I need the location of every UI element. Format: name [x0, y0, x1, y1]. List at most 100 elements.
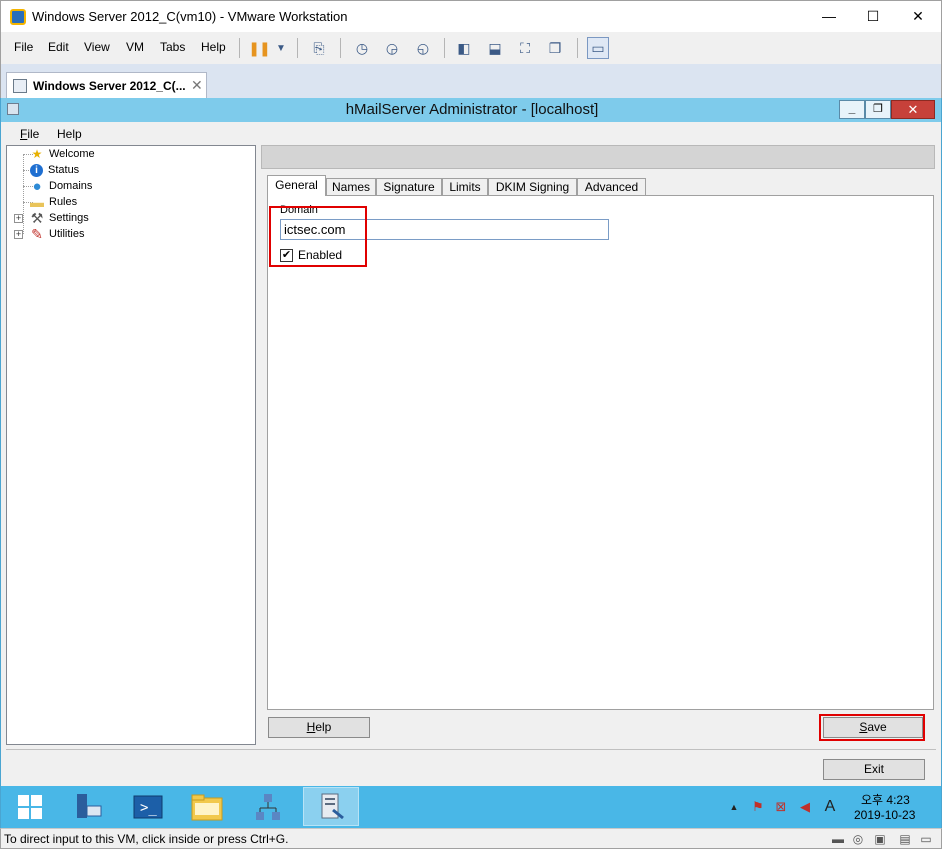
- snapshot-revert-icon[interactable]: ◶: [382, 39, 402, 57]
- vm-tab-label: Windows Server 2012_C(...: [33, 79, 186, 93]
- tree-item-settings[interactable]: ⚒ Settings: [29, 210, 89, 226]
- hmail-menu-file[interactable]: File: [20, 127, 39, 141]
- star-icon: ★: [31, 147, 43, 161]
- hmail-close-icon[interactable]: ✕: [891, 100, 935, 119]
- toolbar-separator: [239, 38, 240, 58]
- vm-tab[interactable]: Windows Server 2012_C(... ✕: [6, 72, 207, 99]
- folder-icon: [191, 794, 223, 820]
- tree-item-label: Status: [48, 164, 80, 176]
- tree-item-label: Rules: [49, 196, 78, 208]
- menu-view[interactable]: View: [84, 40, 110, 54]
- tree-item-utilities[interactable]: ✎ Utilities: [29, 226, 84, 242]
- menu-tabs[interactable]: Tabs: [160, 40, 185, 54]
- message-icon[interactable]: ▭: [918, 832, 934, 846]
- tree-connector: [23, 154, 24, 234]
- vmware-menubar: File Edit View VM Tabs Help ❚❚ ▼ ⎘ ◷ ◶ ◵…: [0, 32, 942, 64]
- tab-dkim-signing[interactable]: DKIM Signing: [488, 178, 577, 196]
- tab-general[interactable]: General: [267, 175, 326, 196]
- tray-expand-icon[interactable]: ▲: [725, 798, 743, 816]
- taskbar-powershell[interactable]: >_: [120, 787, 176, 826]
- powershell-icon: >_: [133, 795, 163, 818]
- unity-icon[interactable]: ❐: [545, 39, 565, 57]
- network-icon: [256, 793, 280, 820]
- menu-file[interactable]: File: [14, 40, 33, 54]
- tree-item-status[interactable]: i Status: [29, 162, 79, 178]
- exit-button[interactable]: Exit: [823, 759, 925, 780]
- tab-signature[interactable]: Signature: [376, 178, 442, 196]
- hmail-menu-file-rest: ile: [27, 127, 40, 141]
- sidebar-toggle-icon[interactable]: ◧: [454, 39, 474, 57]
- hmail-titlebar: hMailServer Administrator - [localhost] …: [0, 98, 942, 122]
- expand-settings-icon[interactable]: +: [14, 214, 23, 223]
- taskbar-server-manager[interactable]: [60, 787, 116, 826]
- content-header: [261, 145, 935, 169]
- windows-logo-icon: [18, 794, 42, 819]
- snapshot-manager-icon[interactable]: ◵: [413, 39, 433, 57]
- tools-icon: ⚒: [30, 209, 44, 226]
- menu-help[interactable]: Help: [201, 40, 226, 54]
- server-manager-icon: [77, 793, 102, 818]
- navigation-tree: ★ Welcome i Status ● Domains ▬ Rules + ⚒…: [6, 145, 256, 745]
- display-icon[interactable]: ▤: [897, 832, 913, 846]
- fullscreen-icon[interactable]: ⛶: [515, 39, 535, 57]
- tab-advanced[interactable]: Advanced: [577, 178, 646, 196]
- hmail-window-title: hMailServer Administrator - [localhost]: [345, 101, 599, 118]
- cd-rom-icon[interactable]: ◎: [850, 832, 866, 846]
- tree-item-welcome[interactable]: ★ Welcome: [29, 146, 95, 162]
- menu-vm[interactable]: VM: [126, 40, 144, 54]
- clock-time[interactable]: 오후 4:23: [861, 791, 910, 808]
- hmailserver-icon: [321, 793, 344, 819]
- highlight-box-save: [819, 714, 925, 741]
- toolbar-separator: [577, 38, 578, 58]
- tree-item-domains[interactable]: ● Domains: [29, 178, 93, 195]
- taskbar-hmailserver[interactable]: [303, 787, 359, 826]
- menu-edit[interactable]: Edit: [48, 40, 69, 54]
- pause-icon[interactable]: ❚❚: [248, 39, 270, 57]
- toolbar-separator: [444, 38, 445, 58]
- thumbnail-bar-icon[interactable]: ⬓: [485, 39, 505, 57]
- toolbar-separator: [297, 38, 298, 58]
- network-status-icon[interactable]: ⊠: [772, 798, 790, 816]
- taskbar-file-explorer[interactable]: [179, 787, 235, 826]
- hmail-body: File Help ★ Welcome i Status ● Domains ▬…: [0, 122, 942, 786]
- svg-text:>_: >_: [140, 800, 157, 816]
- send-keys-icon[interactable]: ⎘: [309, 39, 329, 57]
- minimize-icon[interactable]: —: [806, 1, 852, 31]
- tree-item-label: Domains: [49, 180, 93, 192]
- vmware-window-title: Windows Server 2012_C(vm10) - VMware Wor…: [32, 9, 348, 24]
- network-adapter-icon[interactable]: ▣: [872, 832, 888, 846]
- taskbar-network[interactable]: [240, 787, 296, 826]
- general-tab-panel: Domain ✔ Enabled: [267, 195, 934, 710]
- tree-item-label: Settings: [49, 212, 89, 224]
- console-view-icon[interactable]: ▭: [587, 37, 609, 59]
- help-button[interactable]: Help: [268, 717, 370, 738]
- start-button[interactable]: [2, 787, 58, 826]
- chevron-down-icon[interactable]: ▼: [271, 39, 291, 57]
- tree-item-label: Utilities: [49, 228, 85, 240]
- hmail-minimize-icon[interactable]: _: [839, 100, 865, 119]
- ime-indicator[interactable]: A: [821, 798, 839, 816]
- snapshot-take-icon[interactable]: ◷: [352, 39, 372, 57]
- tab-names[interactable]: Names: [326, 178, 376, 196]
- info-icon: i: [30, 163, 43, 177]
- vm-tab-icon: [13, 79, 27, 93]
- tab-limits[interactable]: Limits: [442, 178, 488, 196]
- volume-muted-icon[interactable]: ◀: [796, 798, 814, 816]
- folder-icon: ▬: [30, 194, 44, 210]
- tree-item-rules[interactable]: ▬ Rules: [29, 194, 77, 210]
- vmware-app-icon: [10, 9, 26, 25]
- action-center-icon[interactable]: ⚑: [749, 798, 767, 816]
- expand-utilities-icon[interactable]: +: [14, 230, 23, 239]
- help-button-rest: elp: [315, 720, 332, 734]
- maximize-icon[interactable]: ☐: [850, 1, 896, 31]
- hard-disk-icon[interactable]: ▬: [830, 832, 846, 846]
- clock-date[interactable]: 2019-10-23: [854, 808, 915, 822]
- hmail-menu-help[interactable]: Help: [57, 127, 82, 141]
- footer-divider: [6, 749, 936, 750]
- tab-close-icon[interactable]: ✕: [191, 77, 203, 94]
- hmail-restore-icon[interactable]: ❐: [865, 100, 891, 119]
- utilities-icon: ✎: [31, 225, 43, 242]
- windows-taskbar: >_ ▲ ⚑ ⊠ ◀ A 오후 4:23 2019-10-23: [0, 786, 942, 828]
- highlight-box-domain: [269, 206, 367, 267]
- close-icon[interactable]: ✕: [895, 1, 941, 31]
